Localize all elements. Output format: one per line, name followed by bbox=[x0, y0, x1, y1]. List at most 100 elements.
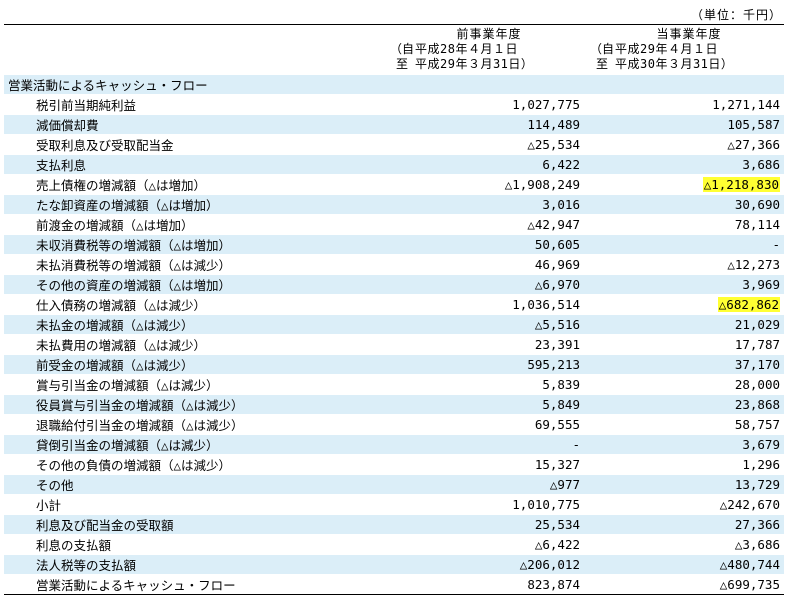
row-curr-value: 3,679 bbox=[584, 434, 784, 455]
row-label-text: 利息の支払額 bbox=[36, 538, 112, 553]
table-row: 売上債権の増減額（△は増加） △1,908,249 △1,218,830 bbox=[4, 174, 784, 195]
row-prev-value: △5,516 bbox=[384, 314, 584, 335]
header-curr-to-bracket: 至 bbox=[595, 57, 608, 71]
row-curr-value: △27,366 bbox=[584, 134, 784, 155]
row-label: たな卸資産の増減額（△は増加） bbox=[4, 194, 384, 215]
row-curr-value: 37,170 bbox=[584, 354, 784, 375]
header-curr-from-date: 平成29年４月１日 bbox=[615, 42, 718, 56]
table-row: 利息及び配当金の受取額 25,534 27,366 bbox=[4, 514, 784, 535]
row-curr-value: 28,000 bbox=[584, 374, 784, 395]
table-row: その他の資産の増減額（△は増加） △6,970 3,969 bbox=[4, 274, 784, 295]
header-curr-title: 当事業年度 bbox=[656, 27, 722, 41]
row-prev-value: △6,422 bbox=[384, 534, 584, 555]
row-label-text: 支払利息 bbox=[36, 158, 87, 173]
row-label: 賞与引当金の増減額（△は減少） bbox=[4, 374, 384, 395]
header-curr-period: 当事業年度 （自 平成29年４月１日 至 平成30年３月31日） bbox=[589, 27, 789, 72]
row-prev-value bbox=[384, 75, 584, 95]
cash-flow-table: 営業活動によるキャッシュ・フロー 税引前当期純利益 1,027,775 1,271,1… bbox=[4, 75, 784, 595]
header-prev-to-bracket: 至 bbox=[395, 57, 408, 71]
table-row: 未収消費税等の増減額（△は増加） 50,605- bbox=[4, 234, 784, 255]
row-prev-value: 1,027,775 bbox=[384, 94, 584, 115]
row-curr-value: △3,686 bbox=[584, 534, 784, 555]
table-row: 支払利息 6,422 3,686 bbox=[4, 154, 784, 175]
row-label: 前渡金の増減額（△は増加） bbox=[4, 214, 384, 235]
row-label-text: 退職給付引当金の増減額（△は減少） bbox=[36, 418, 244, 433]
row-label: 営業活動によるキャッシュ・フロー bbox=[4, 574, 384, 595]
row-label-text: 小計 bbox=[36, 498, 62, 513]
row-prev-value: - bbox=[384, 434, 584, 455]
row-label: その他の資産の増減額（△は増加） bbox=[4, 274, 384, 295]
row-label: 利息の支払額 bbox=[4, 534, 384, 555]
row-curr-value: 17,787 bbox=[584, 334, 784, 355]
row-curr-value: 58,757 bbox=[584, 414, 784, 435]
row-prev-value: △1,908,249 bbox=[384, 174, 584, 195]
row-prev-value: 5,849 bbox=[384, 394, 584, 415]
highlighted-value: △1,218,830 bbox=[702, 177, 780, 192]
row-label-text: 未払費用の増減額（△は減少） bbox=[36, 338, 207, 353]
table-row: 前渡金の増減額（△は増加） △42,947 78,114 bbox=[4, 214, 784, 235]
row-curr-value: △1,218,830 bbox=[584, 174, 784, 195]
header-prev-title: 前事業年度 bbox=[456, 27, 522, 41]
table-row: 営業活動によるキャッシュ・フロー 823,874 △699,735 bbox=[4, 574, 784, 595]
table-row: 未払費用の増減額（△は減少） 23,391 17,787 bbox=[4, 334, 784, 355]
row-prev-value: 6,422 bbox=[384, 154, 584, 175]
row-prev-value: △25,534 bbox=[384, 134, 584, 155]
row-label-text: 営業活動によるキャッシュ・フロー bbox=[36, 578, 236, 593]
row-label: 法人税等の支払額 bbox=[4, 554, 384, 575]
row-label: 受取利息及び受取配当金 bbox=[4, 134, 384, 155]
header-prev-period: 前事業年度 （自 平成28年４月１日 至 平成29年３月31日） bbox=[389, 27, 589, 72]
header-prev-from-date: 平成28年４月１日 bbox=[415, 42, 518, 56]
row-label: 売上債権の増減額（△は増加） bbox=[4, 174, 384, 195]
table-row: 受取利息及び受取配当金 △25,534 △27,366 bbox=[4, 134, 784, 155]
row-prev-value: 46,969 bbox=[384, 254, 584, 275]
row-label: 支払利息 bbox=[4, 154, 384, 175]
row-curr-value: 21,029 bbox=[584, 314, 784, 335]
row-label: 税引前当期純利益 bbox=[4, 94, 384, 115]
row-label: その他 bbox=[4, 474, 384, 495]
row-label-text: たな卸資産の増減額（△は増加） bbox=[36, 198, 219, 213]
table-row: その他の負債の増減額（△は減少） 15,327 1,296 bbox=[4, 454, 784, 475]
row-curr-value: 3,969 bbox=[584, 274, 784, 295]
highlighted-value: △682,862 bbox=[717, 297, 780, 312]
row-label: 役員賞与引当金の増減額（△は減少） bbox=[4, 394, 384, 415]
table-row: たな卸資産の増減額（△は増加） 3,016 30,690 bbox=[4, 194, 784, 215]
table-row: 営業活動によるキャッシュ・フロー bbox=[4, 75, 784, 95]
row-label: 利息及び配当金の受取額 bbox=[4, 514, 384, 535]
row-prev-value: 25,534 bbox=[384, 514, 584, 535]
table-row: 未払消費税等の増減額（△は減少） 46,969 △12,273 bbox=[4, 254, 784, 275]
row-prev-value: 5,839 bbox=[384, 374, 584, 395]
row-label-text: その他 bbox=[36, 478, 74, 493]
row-label-text: 税引前当期純利益 bbox=[36, 98, 137, 113]
header-curr-from-bracket: （自 bbox=[589, 42, 614, 56]
row-curr-value: △242,670 bbox=[584, 494, 784, 515]
row-prev-value: 23,391 bbox=[384, 334, 584, 355]
cash-flow-rows: 営業活動によるキャッシュ・フロー 税引前当期純利益 1,027,775 1,271,1… bbox=[4, 75, 784, 595]
row-curr-value: 1,296 bbox=[584, 454, 784, 475]
table-row: 貸倒引当金の増減額（△は減少） -3,679 bbox=[4, 434, 784, 455]
row-label-text: その他の負債の増減額（△は減少） bbox=[36, 458, 232, 473]
row-prev-value: 1,010,775 bbox=[384, 494, 584, 515]
row-curr-value: 30,690 bbox=[584, 194, 784, 215]
row-label-text: 未払金の増減額（△は減少） bbox=[36, 318, 194, 333]
row-curr-value: 13,729 bbox=[584, 474, 784, 495]
row-curr-value bbox=[584, 75, 784, 95]
row-curr-value: △12,273 bbox=[584, 254, 784, 275]
row-prev-value: 15,327 bbox=[384, 454, 584, 475]
table-row: 小計 1,010,775 △242,670 bbox=[4, 494, 784, 515]
table-row: 仕入債務の増減額（△は減少） 1,036,514 △682,862 bbox=[4, 294, 784, 315]
row-label-text: 役員賞与引当金の増減額（△は減少） bbox=[36, 398, 244, 413]
row-label: 未払金の増減額（△は減少） bbox=[4, 314, 384, 335]
row-prev-value: 114,489 bbox=[384, 114, 584, 135]
table-row: 前受金の増減額（△は減少） 595,213 37,170 bbox=[4, 354, 784, 375]
row-label: 退職給付引当金の増減額（△は減少） bbox=[4, 414, 384, 435]
row-curr-value: 23,868 bbox=[584, 394, 784, 415]
header-curr-to-date: 平成30年３月31日） bbox=[615, 57, 734, 71]
table-row: 退職給付引当金の増減額（△は減少） 69,555 58,757 bbox=[4, 414, 784, 435]
table-row: 利息の支払額 △6,422 △3,686 bbox=[4, 534, 784, 555]
row-label: 仕入債務の増減額（△は減少） bbox=[4, 294, 384, 315]
table-row: 法人税等の支払額 △206,012 △480,744 bbox=[4, 554, 784, 575]
row-label-text: 仕入債務の増減額（△は減少） bbox=[36, 298, 207, 313]
row-label: 未払費用の増減額（△は減少） bbox=[4, 334, 384, 355]
row-prev-value: 823,874 bbox=[384, 574, 584, 595]
table-row: 未払金の増減額（△は減少） △5,516 21,029 bbox=[4, 314, 784, 335]
